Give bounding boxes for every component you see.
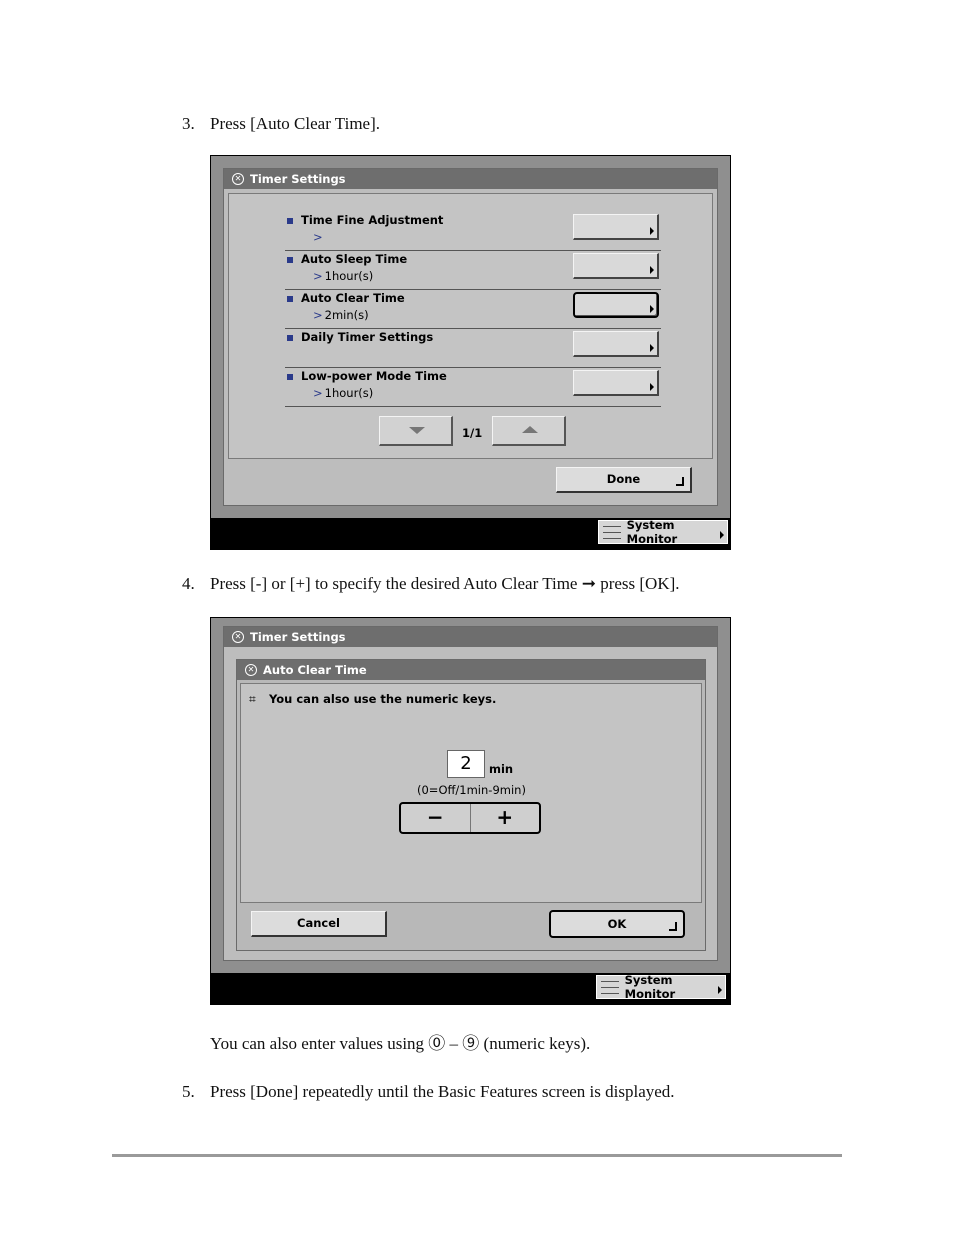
arrow-right-icon [650,266,654,274]
cancel-button[interactable]: Cancel [251,911,387,937]
status-bar: System Monitor [211,518,730,550]
page-indicator: 1/1 [462,426,483,440]
chevron-right-icon: > [313,269,323,283]
arrow-right-icon [650,305,654,313]
chevron-right-icon: > [313,230,323,244]
panel-title: Timer Settings [250,630,346,644]
panel-title: Timer Settings [250,172,346,186]
page-down-button[interactable] [379,416,453,446]
step-number: 4. [182,574,195,593]
title-bar: ✕ Timer Settings [224,169,717,189]
row-label: Auto Clear Time [301,291,405,305]
timer-settings-icon: ✕ [232,631,244,643]
bullet-icon [287,335,293,341]
settings-list-area: Time Fine Adjustment > Auto Sleep Time >… [228,193,713,459]
system-monitor-button[interactable]: System Monitor [598,518,728,546]
auto-sleep-time-button[interactable] [573,253,659,279]
step-3: 3. Press [Auto Clear Time]. [182,114,380,134]
timer-settings-panel: ✕ Timer Settings ✕ Auto Clear Time ⌗ You… [223,626,718,961]
row-label: Time Fine Adjustment [301,213,444,227]
time-fine-adjustment-button[interactable] [573,214,659,240]
range-label: (0=Off/1min-9min) [417,783,526,797]
arrow-right-icon [650,227,654,235]
done-button[interactable]: Done [556,467,692,493]
enter-icon [669,922,677,931]
dialog-title: Auto Clear Time [263,663,367,677]
hint-text: You can also use the numeric keys. [269,692,497,706]
numeric-keys-icon: ⌗ [249,692,256,706]
row-value: > [313,230,325,244]
row-value: >1hour(s) [313,269,374,283]
step-4: 4. Press [-] or [+] to specify the desire… [182,574,680,594]
row-label: Daily Timer Settings [301,330,434,344]
status-bar: System Monitor [211,973,730,1005]
row-low-power-mode-time: Low-power Mode Time >1hour(s) [285,368,661,407]
ok-button[interactable]: OK [549,910,685,938]
auto-clear-time-button[interactable] [573,292,659,318]
row-label: Low-power Mode Time [301,369,447,383]
step-number: 3. [182,114,195,133]
chevron-right-icon: > [313,386,323,400]
step-text: Press [-] or [+] to specify the desired … [210,574,680,593]
system-monitor-icon [601,980,619,994]
low-power-mode-time-button[interactable] [573,370,659,396]
page-up-button[interactable] [492,416,566,446]
step-text: Press [Done] repeatedly until the Basic … [210,1082,675,1101]
value-display: 2 [447,750,485,778]
plus-button[interactable]: + [471,804,540,832]
row-time-fine-adjustment: Time Fine Adjustment > [285,212,661,251]
row-label: Auto Sleep Time [301,252,408,266]
stepper-group: − + [399,802,541,834]
arrow-right-icon [720,531,724,539]
numeric-keys-note: You can also enter values using ⓪ – ⑨ (n… [210,1034,591,1053]
system-monitor-icon [603,525,621,539]
unit-label: min [489,762,514,776]
step-text: Press [Auto Clear Time]. [210,114,380,133]
bullet-icon [287,296,293,302]
row-auto-sleep-time: Auto Sleep Time >1hour(s) [285,251,661,290]
row-value: >1hour(s) [313,386,374,400]
title-bar: ✕ Timer Settings [224,627,717,647]
row-daily-timer-settings: Daily Timer Settings [285,329,661,368]
bullet-icon [287,374,293,380]
arrow-right-icon [650,383,654,391]
triangle-up-icon [522,426,538,433]
minus-button[interactable]: − [401,804,471,832]
timer-settings-icon: ✕ [232,173,244,185]
bullet-icon [287,257,293,263]
step-number: 5. [182,1082,195,1101]
dialog-body: ⌗ You can also use the numeric keys. 2 m… [240,683,702,903]
dialog-title-bar: ✕ Auto Clear Time [237,660,705,680]
row-value: >2min(s) [313,308,369,322]
footer-divider [112,1154,842,1157]
timer-settings-icon: ✕ [245,664,257,676]
auto-clear-time-screen: ✕ Timer Settings ✕ Auto Clear Time ⌗ You… [210,617,731,1005]
triangle-down-icon [409,427,425,434]
bullet-icon [287,218,293,224]
enter-icon [676,477,684,486]
step-5: 5. Press [Done] repeatedly until the Basi… [182,1082,675,1102]
daily-timer-settings-button[interactable] [573,331,659,357]
timer-settings-screen: ✕ Timer Settings Time Fine Adjustment > … [210,155,731,550]
auto-clear-time-dialog: ✕ Auto Clear Time ⌗ You can also use the… [236,659,706,951]
row-auto-clear-time: Auto Clear Time >2min(s) [285,290,661,329]
chevron-right-icon: > [313,308,323,322]
timer-settings-panel: ✕ Timer Settings Time Fine Adjustment > … [223,168,718,506]
system-monitor-button[interactable]: System Monitor [596,973,726,1001]
arrow-right-icon [718,986,722,994]
arrow-right-icon [650,344,654,352]
